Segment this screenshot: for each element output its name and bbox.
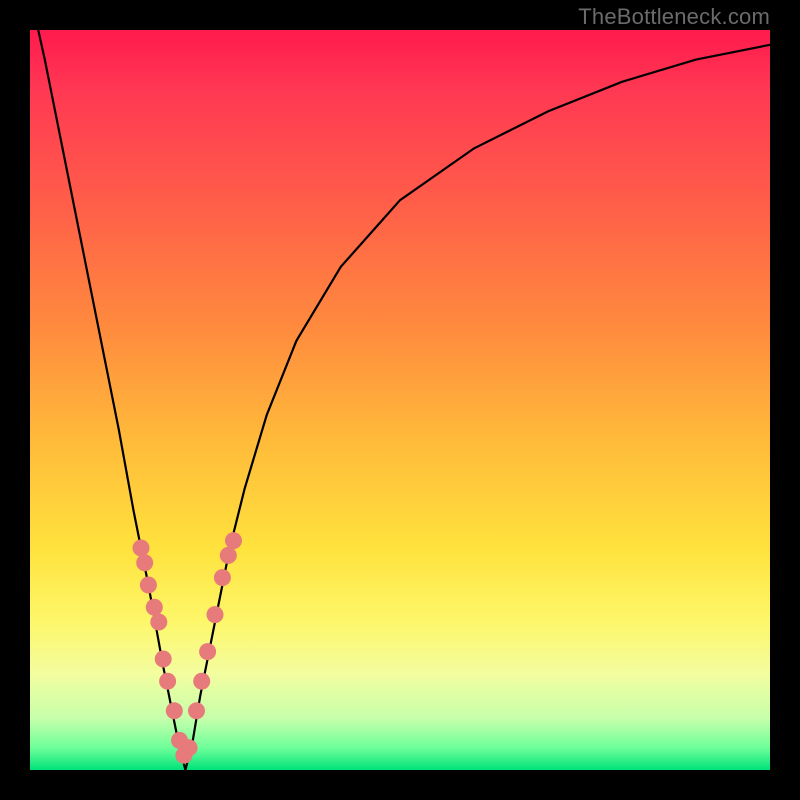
data-marker — [225, 532, 242, 549]
data-marker — [140, 577, 157, 594]
data-marker — [166, 702, 183, 719]
data-marker — [214, 569, 231, 586]
data-marker — [199, 643, 216, 660]
data-marker — [181, 739, 198, 756]
data-marker — [193, 673, 210, 690]
plot-area — [30, 30, 770, 770]
data-marker — [146, 599, 163, 616]
curve-layer — [30, 30, 770, 770]
chart-frame: TheBottleneck.com — [0, 0, 800, 800]
data-marker — [188, 702, 205, 719]
data-marker — [155, 651, 172, 668]
data-marker — [133, 540, 150, 557]
data-marker — [220, 547, 237, 564]
data-marker — [159, 673, 176, 690]
bottleneck-curve — [30, 0, 770, 770]
data-marker — [136, 554, 153, 571]
data-marker — [150, 614, 167, 631]
data-marker — [207, 606, 224, 623]
watermark-text: TheBottleneck.com — [578, 4, 770, 30]
